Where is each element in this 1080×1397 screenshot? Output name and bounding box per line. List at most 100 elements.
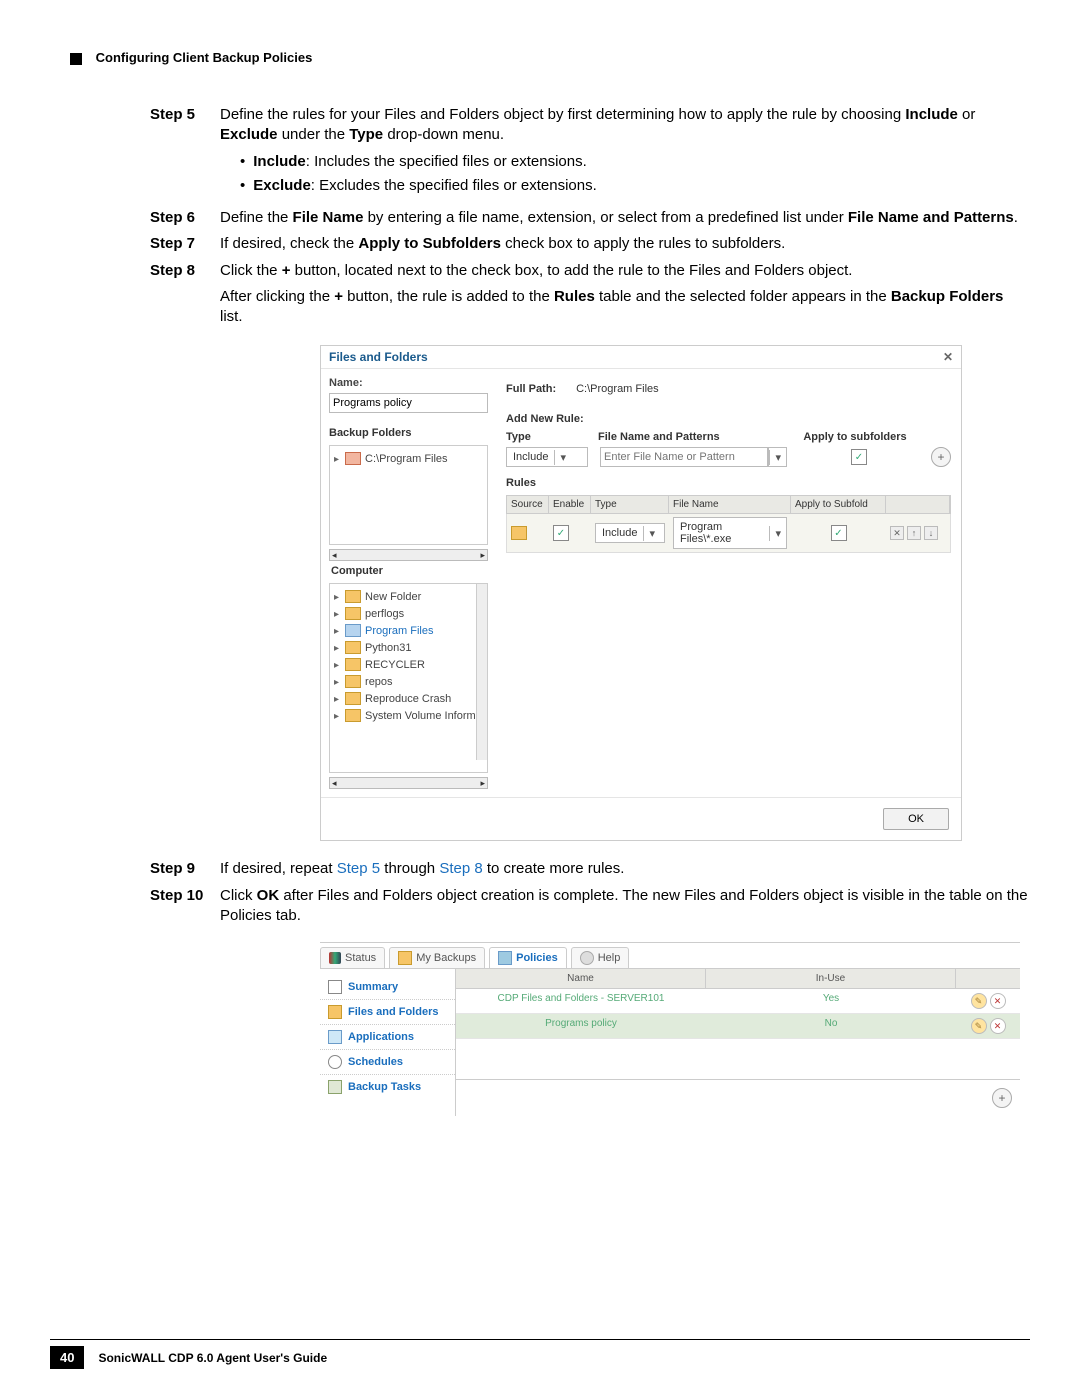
folder-icon xyxy=(345,658,361,671)
summary-icon xyxy=(328,980,342,994)
fullpath-label: Full Path: xyxy=(506,383,556,395)
link-step5[interactable]: Step 5 xyxy=(337,860,380,877)
tree-item[interactable]: System Volume Inform... xyxy=(330,707,487,724)
header-bullet-icon xyxy=(70,53,82,65)
folder-icon xyxy=(398,951,412,965)
table-row[interactable]: Programs policy No ✎✕ xyxy=(456,1014,1020,1039)
type-select[interactable]: Include▾ xyxy=(506,447,588,467)
tree-item[interactable]: Python31 xyxy=(330,639,487,656)
rule-row[interactable]: ✓ Include▾ Program Files\*.exe▾ ✓ ✕ ↑ ↓ xyxy=(506,514,951,553)
rules-header: Source Enable Type File Name Apply to Su… xyxy=(506,495,951,514)
scrollbar[interactable]: ◂▸ xyxy=(329,549,488,561)
clock-icon xyxy=(328,1055,342,1069)
folder-icon xyxy=(345,641,361,654)
steps-section: Step 5 Define the rules for your Files a… xyxy=(150,105,1030,1116)
rules-label: Rules xyxy=(506,477,951,489)
tree-item[interactable]: repos xyxy=(330,673,487,690)
step7-label: Step 7 xyxy=(150,234,220,254)
row-subfolders-checkbox[interactable]: ✓ xyxy=(831,525,847,541)
folder-icon xyxy=(328,1005,342,1019)
step8-body: Click the + button, located next to the … xyxy=(220,261,1030,328)
hdr-subfolders: Apply to subfolders xyxy=(795,431,915,443)
delete-icon[interactable]: ✕ xyxy=(990,1018,1006,1034)
folder-icon xyxy=(345,709,361,722)
link-step8[interactable]: Step 8 xyxy=(439,860,482,877)
add-rule-button[interactable]: + xyxy=(931,447,951,467)
apply-subfolders-checkbox[interactable]: ✓ xyxy=(851,449,867,465)
close-icon[interactable]: ✕ xyxy=(943,350,953,364)
name-label: Name: xyxy=(329,377,488,389)
folder-icon xyxy=(345,452,361,465)
page-number: 40 xyxy=(50,1346,84,1369)
backup-folder-item[interactable]: C:\Program Files xyxy=(330,450,487,467)
chevron-down-icon: ▾ xyxy=(554,450,571,465)
policies-view: Status My Backups Policies Help Summary … xyxy=(320,942,1020,1116)
step9-label: Step 9 xyxy=(150,859,220,879)
add-policy-button[interactable]: + xyxy=(992,1088,1012,1108)
guide-title: SonicWALL CDP 6.0 Agent User's Guide xyxy=(98,1351,327,1365)
ok-button[interactable]: OK xyxy=(883,808,949,830)
sidebar-item-applications[interactable]: Applications xyxy=(320,1025,455,1050)
sidebar-item-schedules[interactable]: Schedules xyxy=(320,1050,455,1075)
tree-item[interactable]: New Folder xyxy=(330,588,487,605)
pattern-dropdown[interactable]: ▾ xyxy=(768,447,787,467)
folder-icon xyxy=(511,526,527,540)
bullet-include: Include: Includes the specified files or… xyxy=(240,152,1030,172)
row-file-select[interactable]: Program Files\*.exe▾ xyxy=(673,517,787,549)
scrollbar-vertical[interactable] xyxy=(476,584,487,760)
step6-label: Step 6 xyxy=(150,208,220,228)
table-row[interactable]: CDP Files and Folders - SERVER101 Yes ✎✕ xyxy=(456,989,1020,1014)
pattern-input[interactable] xyxy=(600,447,768,467)
chevron-down-icon: ▾ xyxy=(769,526,786,541)
status-icon xyxy=(329,952,341,964)
bullet-exclude: Exclude: Excludes the specified files or… xyxy=(240,176,1030,196)
enable-checkbox[interactable]: ✓ xyxy=(553,525,569,541)
add-new-rule-label: Add New Rule: xyxy=(506,413,951,425)
name-input[interactable] xyxy=(329,393,488,413)
fullpath-value: C:\Program Files xyxy=(576,383,659,395)
page-footer: 40 SonicWALL CDP 6.0 Agent User's Guide xyxy=(50,1339,1030,1369)
policies-sidebar: Summary Files and Folders Applications S… xyxy=(320,969,456,1116)
folder-icon xyxy=(345,624,361,637)
hdr-pattern: File Name and Patterns xyxy=(598,431,783,443)
tree-item[interactable]: perflogs xyxy=(330,605,487,622)
step7-body: If desired, check the Apply to Subfolder… xyxy=(220,234,1030,254)
sidebar-item-summary[interactable]: Summary xyxy=(320,975,455,1000)
folder-icon xyxy=(345,590,361,603)
sidebar-item-backup-tasks[interactable]: Backup Tasks xyxy=(320,1075,455,1099)
delete-icon[interactable]: ✕ xyxy=(990,993,1006,1009)
move-down-icon[interactable]: ↓ xyxy=(924,526,938,540)
step10-body: Click OK after Files and Folders object … xyxy=(220,886,1030,927)
folder-icon xyxy=(345,692,361,705)
step9-body: If desired, repeat Step 5 through Step 8… xyxy=(220,859,1030,879)
computer-label: Computer xyxy=(331,565,488,577)
pattern-input-group: ▾ xyxy=(600,447,787,467)
edit-icon[interactable]: ✎ xyxy=(971,1018,987,1034)
dialog-title: Files and Folders xyxy=(329,350,428,364)
sidebar-item-files-folders[interactable]: Files and Folders xyxy=(320,1000,455,1025)
files-and-folders-dialog: Files and Folders ✕ Name: Backup Folders… xyxy=(320,345,962,841)
move-up-icon[interactable]: ↑ xyxy=(907,526,921,540)
row-type-select[interactable]: Include▾ xyxy=(595,523,665,543)
tree-item[interactable]: Reproduce Crash xyxy=(330,690,487,707)
tab-my-backups[interactable]: My Backups xyxy=(389,947,485,968)
edit-icon[interactable]: ✎ xyxy=(971,993,987,1009)
backup-folders-label: Backup Folders xyxy=(329,427,488,439)
tab-help[interactable]: Help xyxy=(571,947,630,968)
step10-label: Step 10 xyxy=(150,886,220,927)
scrollbar[interactable]: ◂▸ xyxy=(329,777,488,789)
header-title: Configuring Client Backup Policies xyxy=(96,50,313,65)
chevron-down-icon: ▾ xyxy=(643,526,660,541)
tab-status[interactable]: Status xyxy=(320,947,385,968)
tab-policies[interactable]: Policies xyxy=(489,947,567,968)
backup-tasks-icon xyxy=(328,1080,342,1094)
applications-icon xyxy=(328,1030,342,1044)
folder-icon xyxy=(345,607,361,620)
delete-icon[interactable]: ✕ xyxy=(890,526,904,540)
step6-body: Define the File Name by entering a file … xyxy=(220,208,1030,228)
step5-label: Step 5 xyxy=(150,105,220,202)
tree-item[interactable]: Program Files xyxy=(330,622,487,639)
tree-item[interactable]: RECYCLER xyxy=(330,656,487,673)
policies-icon xyxy=(498,951,512,965)
hdr-type: Type xyxy=(506,431,586,443)
